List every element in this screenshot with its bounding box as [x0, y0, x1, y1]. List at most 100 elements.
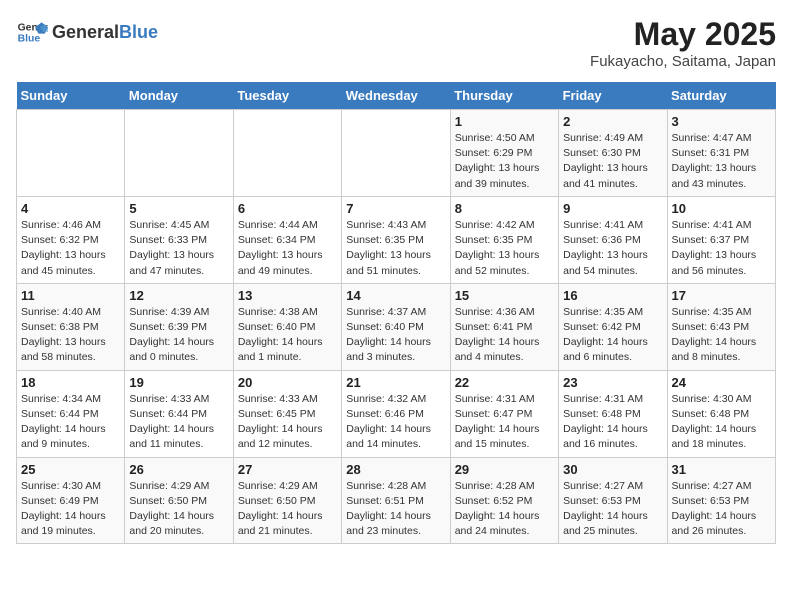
day-info: Sunrise: 4:47 AMSunset: 6:31 PMDaylight:…: [672, 131, 771, 192]
day-number: 23: [563, 375, 662, 390]
calendar-cell: [17, 110, 125, 197]
calendar-cell: 5Sunrise: 4:45 AMSunset: 6:33 PMDaylight…: [125, 196, 233, 283]
calendar-cell: 18 Sunrise: 4:34 AMSunset: 6:44 PMDayligh…: [17, 370, 125, 457]
day-info: Sunrise: 4:31 AMSunset: 6:47 PMDaylight:…: [455, 392, 554, 453]
calendar-cell: 6Sunrise: 4:44 AMSunset: 6:34 PMDaylight…: [233, 196, 341, 283]
day-info: Sunrise: 4:33 AMSunset: 6:44 PMDaylight:…: [129, 392, 228, 453]
calendar-cell: 19Sunrise: 4:33 AMSunset: 6:44 PMDayligh…: [125, 370, 233, 457]
day-info: Sunrise: 4:27 AMSunset: 6:53 PMDaylight:…: [672, 479, 771, 540]
calendar-cell: 20 Sunrise: 4:33 AMSunset: 6:45 PMDayligh…: [233, 370, 341, 457]
calendar-table: SundayMondayTuesdayWednesdayThursdayFrid…: [16, 82, 776, 544]
calendar-cell: 14 Sunrise: 4:37 AMSunset: 6:40 PMDayligh…: [342, 283, 450, 370]
day-number: 8: [455, 201, 554, 216]
calendar-cell: 24Sunrise: 4:30 AMSunset: 6:48 PMDayligh…: [667, 370, 775, 457]
day-number: 2: [563, 114, 662, 129]
day-number: 27: [238, 462, 337, 477]
day-info: Sunrise: 4:35 AMSunset: 6:43 PMDaylight:…: [672, 305, 771, 366]
calendar-week-row: 11Sunrise: 4:40 AMSunset: 6:38 PMDayligh…: [17, 283, 776, 370]
day-info: Sunrise: 4:42 AMSunset: 6:35 PMDaylight:…: [455, 218, 554, 279]
calendar-cell: 1 Sunrise: 4:50 AMSunset: 6:29 PMDaylight…: [450, 110, 558, 197]
calendar-cell: 21 Sunrise: 4:32 AMSunset: 6:46 PMDayligh…: [342, 370, 450, 457]
calendar-cell: 12 Sunrise: 4:39 AMSunset: 6:39 PMDayligh…: [125, 283, 233, 370]
calendar-week-row: 1 Sunrise: 4:50 AMSunset: 6:29 PMDaylight…: [17, 110, 776, 197]
day-number: 12: [129, 288, 228, 303]
weekday-header-wednesday: Wednesday: [342, 82, 450, 110]
weekday-header-saturday: Saturday: [667, 82, 775, 110]
day-info: Sunrise: 4:35 AMSunset: 6:42 PMDaylight:…: [563, 305, 662, 366]
day-number: 16: [563, 288, 662, 303]
calendar-title: May 2025: [590, 16, 776, 53]
weekday-header-tuesday: Tuesday: [233, 82, 341, 110]
calendar-cell: 25 Sunrise: 4:30 AMSunset: 6:49 PMDayligh…: [17, 457, 125, 544]
day-number: 29: [455, 462, 554, 477]
calendar-cell: 7 Sunrise: 4:43 AMSunset: 6:35 PMDaylight…: [342, 196, 450, 283]
day-info: Sunrise: 4:32 AMSunset: 6:46 PMDaylight:…: [346, 392, 445, 453]
day-number: 31: [672, 462, 771, 477]
day-info: Sunrise: 4:28 AMSunset: 6:51 PMDaylight:…: [346, 479, 445, 540]
day-number: 18: [21, 375, 120, 390]
calendar-cell: 2 Sunrise: 4:49 AMSunset: 6:30 PMDaylight…: [559, 110, 667, 197]
day-number: 7: [346, 201, 445, 216]
day-info: Sunrise: 4:29 AMSunset: 6:50 PMDaylight:…: [129, 479, 228, 540]
calendar-cell: 8 Sunrise: 4:42 AMSunset: 6:35 PMDaylight…: [450, 196, 558, 283]
calendar-cell: [233, 110, 341, 197]
calendar-cell: 16 Sunrise: 4:35 AMSunset: 6:42 PMDayligh…: [559, 283, 667, 370]
day-info: Sunrise: 4:46 AMSunset: 6:32 PMDaylight:…: [21, 218, 120, 279]
day-info: Sunrise: 4:41 AMSunset: 6:37 PMDaylight:…: [672, 218, 771, 279]
calendar-cell: 26Sunrise: 4:29 AMSunset: 6:50 PMDayligh…: [125, 457, 233, 544]
day-number: 10: [672, 201, 771, 216]
calendar-cell: 17 Sunrise: 4:35 AMSunset: 6:43 PMDayligh…: [667, 283, 775, 370]
svg-text:Blue: Blue: [18, 34, 41, 45]
day-number: 21: [346, 375, 445, 390]
day-number: 30: [563, 462, 662, 477]
day-info: Sunrise: 4:29 AMSunset: 6:50 PMDaylight:…: [238, 479, 337, 540]
logo-general-text: GeneralBlue: [52, 22, 158, 43]
logo: General Blue GeneralBlue: [16, 16, 158, 48]
day-info: Sunrise: 4:49 AMSunset: 6:30 PMDaylight:…: [563, 131, 662, 192]
calendar-subtitle: Fukayacho, Saitama, Japan: [590, 53, 776, 70]
day-info: Sunrise: 4:33 AMSunset: 6:45 PMDaylight:…: [238, 392, 337, 453]
day-info: Sunrise: 4:41 AMSunset: 6:36 PMDaylight:…: [563, 218, 662, 279]
day-number: 17: [672, 288, 771, 303]
day-number: 14: [346, 288, 445, 303]
weekday-header-thursday: Thursday: [450, 82, 558, 110]
calendar-cell: 23Sunrise: 4:31 AMSunset: 6:48 PMDayligh…: [559, 370, 667, 457]
calendar-cell: 4 Sunrise: 4:46 AMSunset: 6:32 PMDaylight…: [17, 196, 125, 283]
day-number: 1: [455, 114, 554, 129]
day-info: Sunrise: 4:38 AMSunset: 6:40 PMDaylight:…: [238, 305, 337, 366]
calendar-week-row: 4 Sunrise: 4:46 AMSunset: 6:32 PMDaylight…: [17, 196, 776, 283]
day-info: Sunrise: 4:44 AMSunset: 6:34 PMDaylight:…: [238, 218, 337, 279]
day-info: Sunrise: 4:40 AMSunset: 6:38 PMDaylight:…: [21, 305, 120, 366]
day-info: Sunrise: 4:27 AMSunset: 6:53 PMDaylight:…: [563, 479, 662, 540]
weekday-header-row: SundayMondayTuesdayWednesdayThursdayFrid…: [17, 82, 776, 110]
day-info: Sunrise: 4:50 AMSunset: 6:29 PMDaylight:…: [455, 131, 554, 192]
day-info: Sunrise: 4:39 AMSunset: 6:39 PMDaylight:…: [129, 305, 228, 366]
day-number: 28: [346, 462, 445, 477]
day-number: 15: [455, 288, 554, 303]
day-info: Sunrise: 4:30 AMSunset: 6:48 PMDaylight:…: [672, 392, 771, 453]
calendar-week-row: 25 Sunrise: 4:30 AMSunset: 6:49 PMDayligh…: [17, 457, 776, 544]
day-number: 22: [455, 375, 554, 390]
calendar-cell: 30 Sunrise: 4:27 AMSunset: 6:53 PMDayligh…: [559, 457, 667, 544]
calendar-cell: 10 Sunrise: 4:41 AMSunset: 6:37 PMDayligh…: [667, 196, 775, 283]
day-info: Sunrise: 4:43 AMSunset: 6:35 PMDaylight:…: [346, 218, 445, 279]
day-info: Sunrise: 4:28 AMSunset: 6:52 PMDaylight:…: [455, 479, 554, 540]
calendar-cell: 28 Sunrise: 4:28 AMSunset: 6:51 PMDayligh…: [342, 457, 450, 544]
calendar-cell: 9Sunrise: 4:41 AMSunset: 6:36 PMDaylight…: [559, 196, 667, 283]
day-number: 4: [21, 201, 120, 216]
calendar-week-row: 18 Sunrise: 4:34 AMSunset: 6:44 PMDayligh…: [17, 370, 776, 457]
page-header: General Blue GeneralBlue May 2025 Fukaya…: [16, 16, 776, 70]
day-info: Sunrise: 4:30 AMSunset: 6:49 PMDaylight:…: [21, 479, 120, 540]
day-number: 20: [238, 375, 337, 390]
day-info: Sunrise: 4:36 AMSunset: 6:41 PMDaylight:…: [455, 305, 554, 366]
day-info: Sunrise: 4:37 AMSunset: 6:40 PMDaylight:…: [346, 305, 445, 366]
calendar-cell: 3Sunrise: 4:47 AMSunset: 6:31 PMDaylight…: [667, 110, 775, 197]
calendar-cell: 13Sunrise: 4:38 AMSunset: 6:40 PMDayligh…: [233, 283, 341, 370]
weekday-header-friday: Friday: [559, 82, 667, 110]
day-number: 25: [21, 462, 120, 477]
weekday-header-monday: Monday: [125, 82, 233, 110]
calendar-cell: 31 Sunrise: 4:27 AMSunset: 6:53 PMDayligh…: [667, 457, 775, 544]
day-info: Sunrise: 4:34 AMSunset: 6:44 PMDaylight:…: [21, 392, 120, 453]
day-number: 5: [129, 201, 228, 216]
calendar-cell: [342, 110, 450, 197]
